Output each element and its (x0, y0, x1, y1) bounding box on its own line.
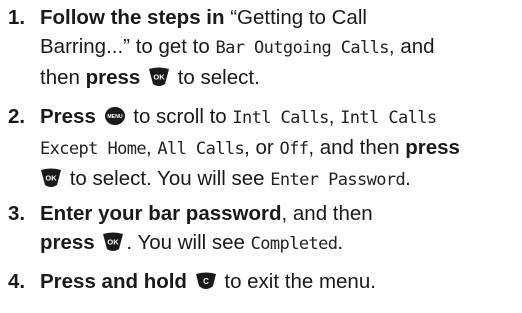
display-text: Except Home (40, 139, 147, 159)
ok-key-label: OK (153, 73, 165, 82)
ok-key-label: OK (108, 238, 120, 247)
ok-key-icon: OK (148, 67, 170, 87)
display-text: Completed (250, 234, 338, 254)
step-body: Enter your bar password, and then press … (40, 199, 520, 259)
step-number: 3. (8, 202, 26, 225)
step-body: Press and hold C to exit the menu. (40, 267, 520, 296)
step-body: Follow the steps in “Getting to Call Bar… (40, 3, 520, 92)
text: then (40, 66, 86, 89)
step-body: Press MENU to scroll to Intl Calls, Intl… (40, 102, 520, 195)
step-line: press OK . You will see Completed. (40, 228, 520, 259)
menu-key-icon: MENU (104, 106, 126, 126)
step-number: 1. (8, 6, 26, 29)
step-line: Barring...” to get to Bar Outgoing Calls… (40, 32, 520, 63)
text: , and (388, 35, 435, 58)
bold-text: Press and hold (40, 270, 187, 293)
text: to select. (172, 66, 260, 89)
text: , and then (308, 136, 406, 159)
c-key-icon: C (195, 271, 217, 291)
text: . You will see (126, 231, 251, 254)
step-number: 2. (8, 105, 26, 128)
text: , and then (281, 202, 373, 225)
instruction-steps: 1. Follow the steps in “Getting to Call … (0, 0, 522, 313)
ok-key-icon: OK (40, 168, 62, 188)
text: , or (244, 136, 280, 159)
bold-text: Follow the steps in (40, 6, 225, 29)
display-text: Intl Calls (340, 108, 437, 128)
text: . (405, 167, 411, 190)
text: to select. You will see (64, 167, 271, 190)
step-line: Press and hold C to exit the menu. (40, 267, 520, 296)
text: . (337, 231, 344, 254)
text: Barring...” to get to (40, 35, 216, 58)
bold-text: press (85, 66, 141, 89)
text: to scroll to (127, 105, 233, 128)
step-line: then press OK to select. (40, 63, 520, 92)
c-key-label: C (203, 277, 209, 286)
ok-key-icon: OK (102, 232, 124, 252)
bold-text: press (40, 231, 95, 254)
text: to exit the menu. (218, 270, 376, 293)
step-line: Enter your bar password, and then (40, 199, 520, 228)
step-number: 4. (8, 270, 26, 293)
step-line: Press MENU to scroll to Intl Calls, Intl… (40, 102, 520, 133)
text: , (328, 105, 341, 128)
bold-text: Enter your bar password (40, 202, 282, 225)
text: , (145, 136, 158, 159)
display-text: Enter Password (270, 170, 406, 190)
display-text: Bar Outgoing Calls (215, 38, 389, 58)
display-text: All Calls (157, 139, 245, 159)
bold-text: press (405, 136, 460, 159)
step-line: Follow the steps in “Getting to Call (40, 3, 520, 32)
display-text: Intl Calls (232, 108, 329, 128)
text: “Getting to Call (224, 6, 367, 29)
step-line: Except Home, All Calls, or Off, and then… (40, 133, 520, 164)
step-line: OK to select. You will see Enter Passwor… (40, 164, 520, 195)
ok-key-label: OK (45, 174, 57, 183)
display-text: Off (279, 139, 309, 159)
menu-key-label: MENU (107, 114, 123, 120)
bold-text: Press (40, 105, 96, 128)
